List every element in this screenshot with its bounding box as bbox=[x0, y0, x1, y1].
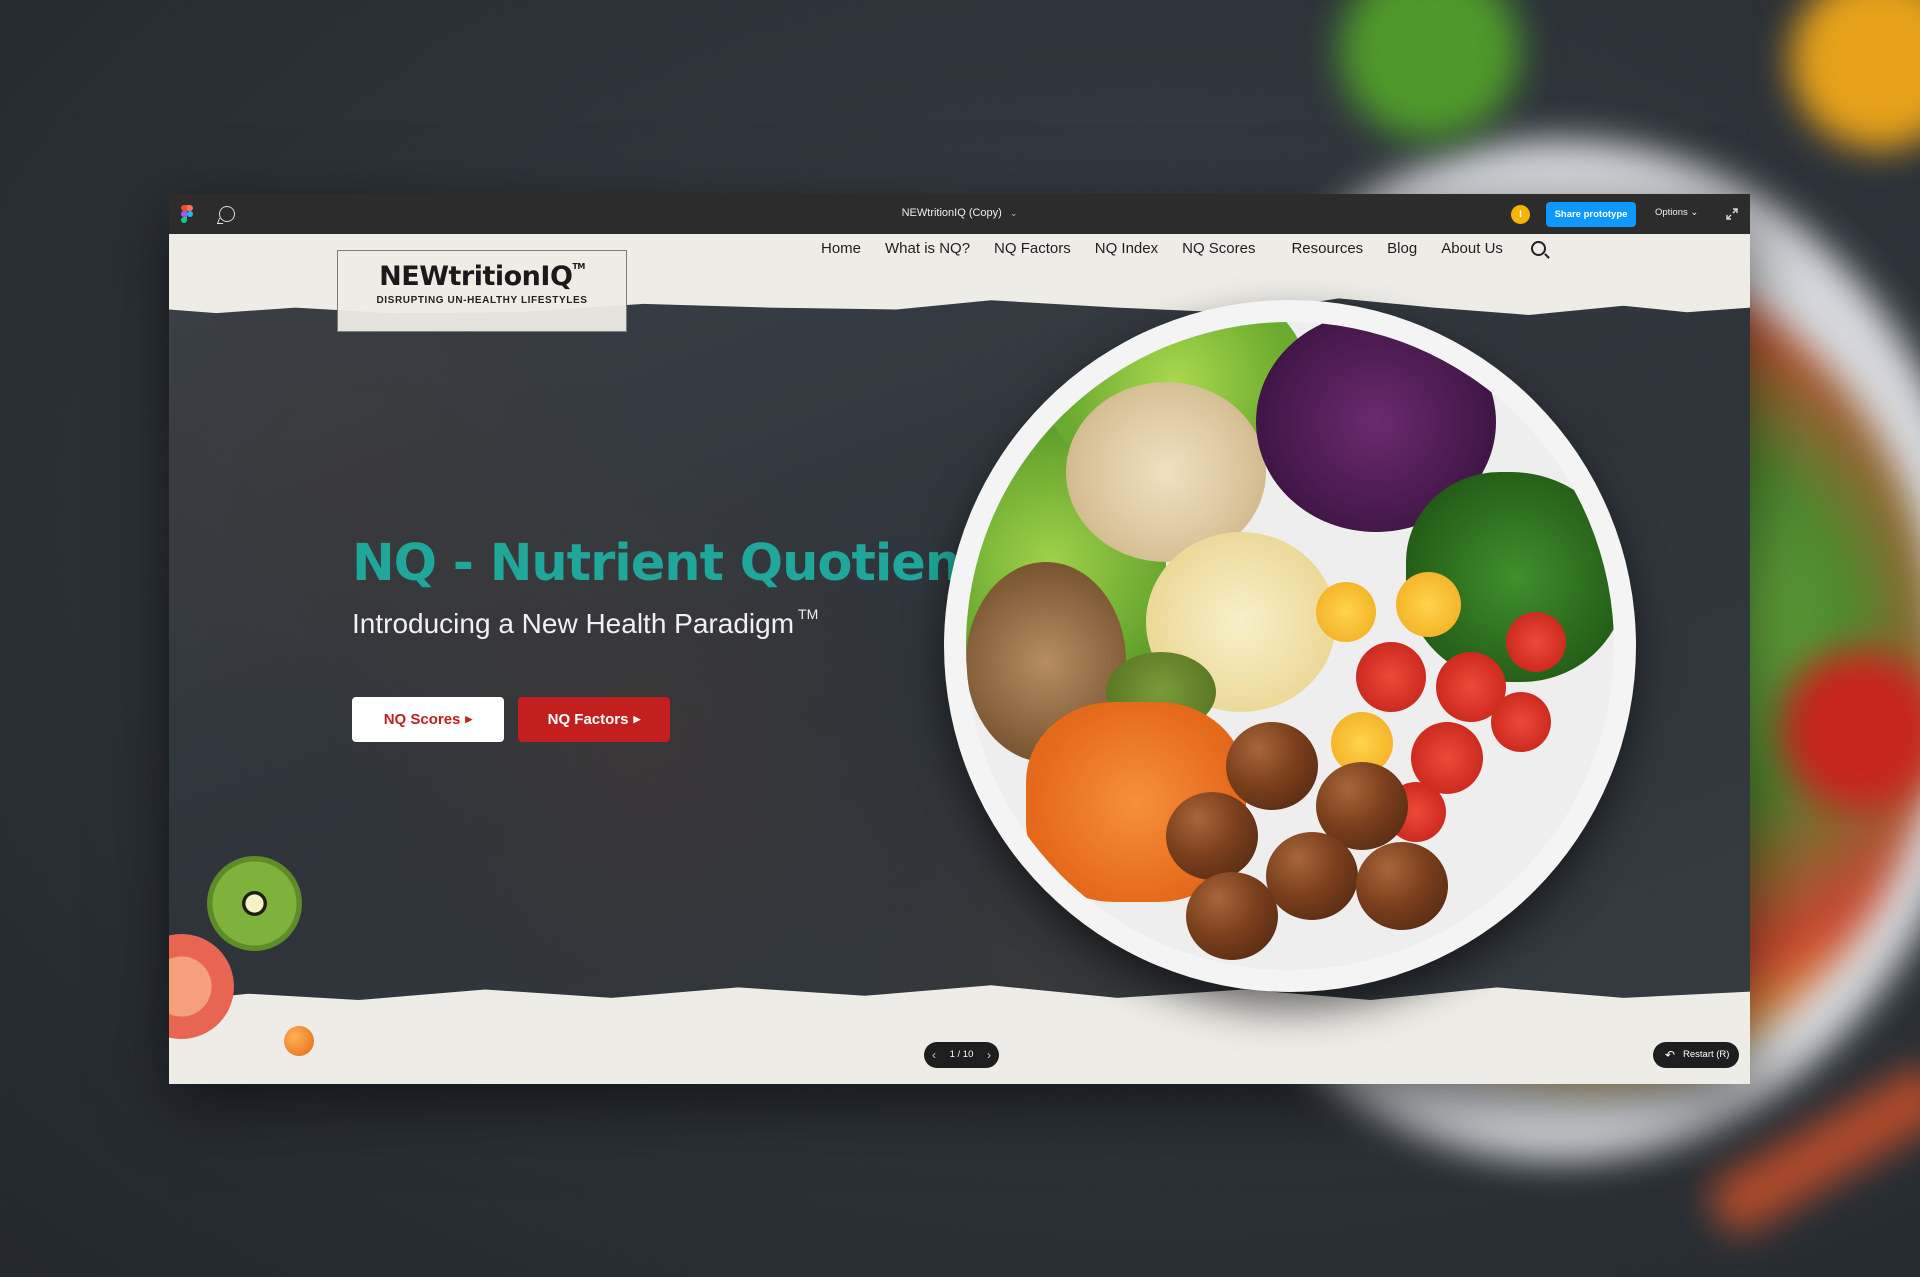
hero-headline: NQ - Nutrient Quotient bbox=[352, 534, 985, 593]
background-lemon bbox=[1790, 0, 1920, 150]
nav-what-is-nq[interactable]: What is NQ? bbox=[885, 240, 970, 257]
search-icon[interactable] bbox=[1530, 241, 1546, 256]
main-nav: Home What is NQ? NQ Factors NQ Index NQ … bbox=[821, 240, 1546, 257]
nav-home[interactable]: Home bbox=[821, 240, 861, 257]
nav-nq-index[interactable]: NQ Index bbox=[1095, 240, 1158, 257]
prototype-window: NEWtritionIQ (Copy) ⌄ I Share prototype O… bbox=[169, 194, 1750, 1084]
page-indicator: ‹ 1 / 10 › bbox=[924, 1042, 999, 1068]
site-logo[interactable]: NEWtritionIQTM DISRUPTING UN-HEALTHY LIF… bbox=[337, 250, 627, 332]
caret-right-icon: ▶ bbox=[465, 714, 473, 724]
chevron-left-icon[interactable]: ‹ bbox=[932, 1042, 936, 1068]
chevron-down-icon: ⌄ bbox=[1009, 208, 1018, 218]
hero-subhead: Introducing a New Health Paradigm TM bbox=[352, 606, 819, 639]
avatar[interactable]: I bbox=[1511, 205, 1530, 224]
kiwi-image bbox=[207, 856, 302, 951]
nq-factors-button[interactable]: NQ Factors ▶ bbox=[518, 697, 670, 742]
caret-right-icon: ▶ bbox=[633, 714, 641, 724]
chevron-right-icon[interactable]: › bbox=[987, 1042, 991, 1068]
nav-nq-scores[interactable]: NQ Scores bbox=[1182, 240, 1255, 257]
share-prototype-button[interactable]: Share prototype bbox=[1546, 202, 1636, 227]
options-menu[interactable]: Options ⌄ bbox=[1655, 207, 1698, 218]
expand-icon[interactable] bbox=[1725, 207, 1739, 221]
nq-scores-button[interactable]: NQ Scores ▶ bbox=[352, 697, 504, 742]
website-hero: NEWtritionIQTM DISRUPTING UN-HEALTHY LIF… bbox=[169, 234, 1750, 1084]
orange-berry-image bbox=[284, 1026, 314, 1056]
nav-about-us[interactable]: About Us bbox=[1441, 240, 1503, 257]
logo-tm: TM bbox=[572, 262, 585, 271]
background-leaf bbox=[1340, 0, 1520, 140]
restart-icon: ↶ bbox=[1665, 1048, 1676, 1062]
logo-name: NEWtritionIQ bbox=[379, 261, 573, 292]
restart-button[interactable]: ↶ Restart (R) bbox=[1653, 1042, 1739, 1068]
nav-resources[interactable]: Resources bbox=[1291, 240, 1363, 257]
food-bowl-image bbox=[944, 300, 1636, 992]
subhead-tm: TM bbox=[798, 606, 819, 622]
figma-toolbar: NEWtritionIQ (Copy) ⌄ I Share prototype O… bbox=[169, 194, 1750, 234]
nav-blog[interactable]: Blog bbox=[1387, 240, 1417, 257]
nav-nq-factors[interactable]: NQ Factors bbox=[994, 240, 1071, 257]
logo-tagline: DISRUPTING UN-HEALTHY LIFESTYLES bbox=[376, 295, 588, 306]
